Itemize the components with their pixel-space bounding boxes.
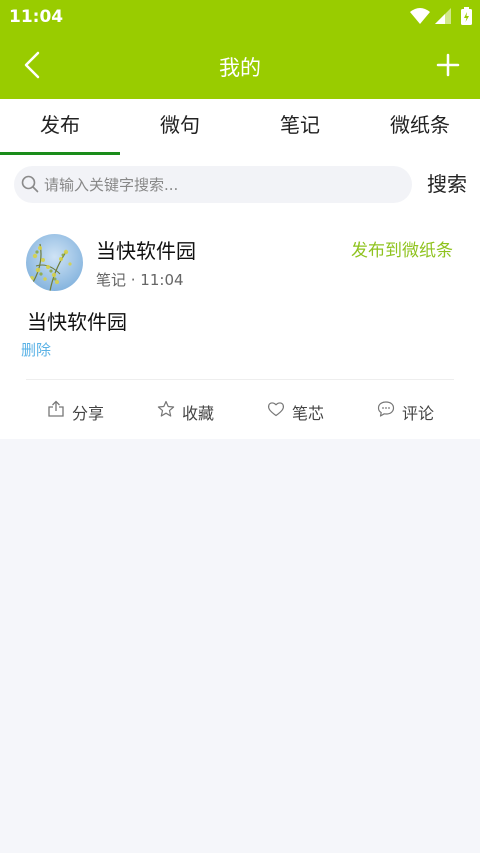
comment-icon bbox=[377, 401, 395, 417]
avatar[interactable] bbox=[26, 234, 83, 291]
comment-label: 评论 bbox=[402, 404, 435, 423]
add-icon[interactable] bbox=[430, 47, 466, 83]
tab-notes[interactable]: 笔记 bbox=[240, 99, 360, 155]
search-row: 搜索 bbox=[0, 155, 480, 213]
app-bar: 11:04 我的 bbox=[0, 0, 480, 99]
tab-publish[interactable]: 发布 bbox=[0, 99, 120, 155]
tab-label: 笔记 bbox=[280, 113, 320, 137]
search-icon bbox=[21, 175, 39, 193]
divider bbox=[26, 379, 454, 380]
search-box[interactable] bbox=[14, 166, 412, 203]
tab-weizhitiao[interactable]: 微纸条 bbox=[360, 99, 480, 155]
favorite-label: 收藏 bbox=[182, 404, 215, 423]
post-meta: 笔记 · 11:04 bbox=[96, 271, 184, 289]
tab-label: 微纸条 bbox=[390, 113, 450, 137]
post-content[interactable]: 当快软件园 bbox=[27, 306, 127, 335]
delete-link[interactable]: 删除 bbox=[21, 339, 51, 360]
search-input[interactable] bbox=[44, 166, 404, 203]
page-title: 我的 bbox=[219, 56, 261, 80]
back-icon[interactable] bbox=[14, 47, 50, 83]
status-time: 11:04 bbox=[9, 7, 64, 27]
author-name[interactable]: 当快软件园 bbox=[96, 235, 196, 264]
battery-icon bbox=[461, 7, 472, 25]
star-icon bbox=[157, 400, 175, 417]
tab-label: 发布 bbox=[40, 113, 80, 137]
share-label: 分享 bbox=[72, 404, 105, 423]
heart-icon bbox=[267, 402, 285, 417]
search-button[interactable]: 搜索 bbox=[418, 168, 476, 200]
post-card: 当快软件园 笔记 · 11:04 发布到微纸条 当快软件园 删除 分享 收藏 笔… bbox=[0, 213, 480, 439]
wifi-icon bbox=[410, 8, 430, 24]
tab-label: 微句 bbox=[160, 113, 200, 137]
tab-bar: 发布 微句 笔记 微纸条 bbox=[0, 99, 480, 155]
status-bar: 11:04 bbox=[0, 0, 480, 33]
signal-icon bbox=[435, 8, 451, 24]
tab-weiju[interactable]: 微句 bbox=[120, 99, 240, 155]
like-label: 笔芯 bbox=[292, 404, 325, 423]
share-icon bbox=[48, 400, 64, 417]
publish-to-weizhitiao-link[interactable]: 发布到微纸条 bbox=[351, 236, 453, 261]
title-bar: 我的 bbox=[0, 33, 480, 99]
